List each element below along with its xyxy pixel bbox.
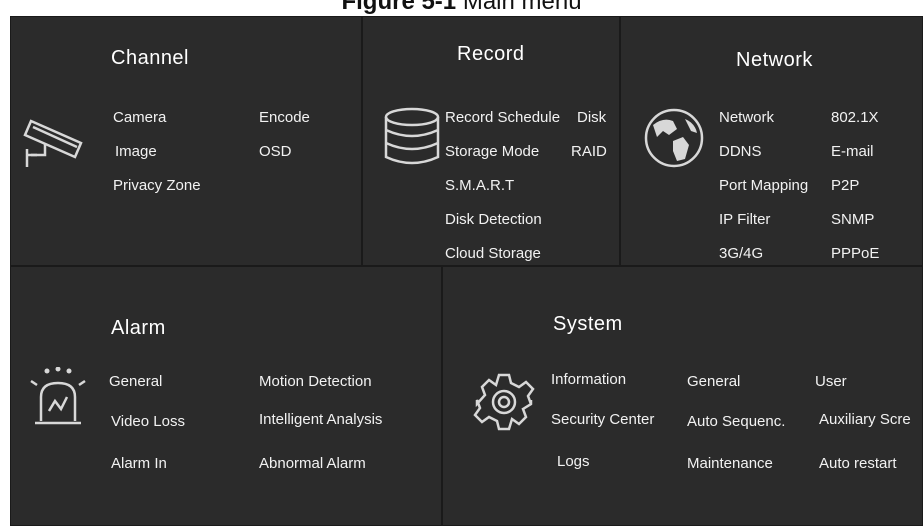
menu-raid[interactable]: RAID bbox=[571, 143, 607, 160]
globe-icon[interactable] bbox=[643, 107, 705, 169]
menu-alarm-in[interactable]: Alarm In bbox=[111, 455, 167, 472]
menu-auto-sequence[interactable]: Auto Sequenc. bbox=[687, 413, 785, 430]
menu-video-loss[interactable]: Video Loss bbox=[111, 413, 185, 430]
menu-8021x[interactable]: 802.1X bbox=[831, 109, 879, 126]
main-menu-screen: Channel Camera Encode Image OSD Privacy … bbox=[10, 16, 923, 526]
camera-icon[interactable] bbox=[23, 103, 93, 173]
database-icon[interactable] bbox=[383, 107, 441, 167]
menu-privacy-zone[interactable]: Privacy Zone bbox=[113, 177, 201, 194]
menu-storage-mode[interactable]: Storage Mode bbox=[445, 143, 539, 160]
menu-port-mapping[interactable]: Port Mapping bbox=[719, 177, 808, 194]
menu-information[interactable]: Information bbox=[551, 371, 626, 388]
record-title[interactable]: Record bbox=[457, 43, 524, 66]
menu-camera[interactable]: Camera bbox=[113, 109, 166, 126]
menu-image[interactable]: Image bbox=[115, 143, 157, 160]
menu-smart[interactable]: S.M.A.R.T bbox=[445, 177, 514, 194]
menu-logs[interactable]: Logs bbox=[557, 453, 590, 470]
menu-network[interactable]: Network bbox=[719, 109, 774, 126]
network-panel: Network Network 802.1X DDNS E-mail Port … bbox=[620, 16, 923, 266]
menu-ddns[interactable]: DDNS bbox=[719, 143, 762, 160]
menu-disk-detection[interactable]: Disk Detection bbox=[445, 211, 542, 228]
alarm-title[interactable]: Alarm bbox=[111, 317, 166, 340]
menu-auxiliary-screen[interactable]: Auxiliary Scre bbox=[819, 411, 911, 428]
menu-encode[interactable]: Encode bbox=[259, 109, 310, 126]
menu-auto-restart[interactable]: Auto restart bbox=[819, 455, 897, 472]
menu-alarm-general[interactable]: General bbox=[109, 373, 162, 390]
alarm-panel: Alarm General Motion Detection Video Los… bbox=[10, 266, 442, 526]
alarm-light-icon[interactable] bbox=[25, 367, 91, 427]
menu-cloud-storage[interactable]: Cloud Storage bbox=[445, 245, 541, 262]
figure-caption-number: Figure 5-1 bbox=[341, 0, 457, 15]
channel-title[interactable]: Channel bbox=[111, 47, 189, 70]
menu-system-general[interactable]: General bbox=[687, 373, 740, 390]
menu-motion-detection[interactable]: Motion Detection bbox=[259, 373, 372, 390]
channel-panel: Channel Camera Encode Image OSD Privacy … bbox=[10, 16, 362, 266]
menu-3g4g[interactable]: 3G/4G bbox=[719, 245, 763, 262]
system-panel: System Information General User Security… bbox=[442, 266, 923, 526]
record-panel: Record Record Schedule Disk Storage Mode… bbox=[362, 16, 620, 266]
menu-maintenance[interactable]: Maintenance bbox=[687, 455, 773, 472]
menu-email[interactable]: E-mail bbox=[831, 143, 874, 160]
menu-ip-filter[interactable]: IP Filter bbox=[719, 211, 770, 228]
menu-snmp[interactable]: SNMP bbox=[831, 211, 874, 228]
menu-security-center[interactable]: Security Center bbox=[551, 411, 654, 428]
menu-abnormal-alarm[interactable]: Abnormal Alarm bbox=[259, 455, 366, 472]
menu-pppoe[interactable]: PPPoE bbox=[831, 245, 879, 262]
menu-intelligent-analysis[interactable]: Intelligent Analysis bbox=[259, 411, 382, 428]
menu-osd[interactable]: OSD bbox=[259, 143, 292, 160]
network-title[interactable]: Network bbox=[736, 49, 813, 72]
menu-record-schedule[interactable]: Record Schedule bbox=[445, 109, 560, 126]
menu-p2p[interactable]: P2P bbox=[831, 177, 859, 194]
menu-user[interactable]: User bbox=[815, 373, 847, 390]
system-title[interactable]: System bbox=[553, 313, 623, 336]
gear-icon[interactable] bbox=[473, 371, 535, 433]
figure-caption: Figure 5-1 Main menu bbox=[0, 0, 923, 16]
figure-caption-text: Main menu bbox=[456, 0, 582, 15]
menu-disk[interactable]: Disk bbox=[577, 109, 606, 126]
